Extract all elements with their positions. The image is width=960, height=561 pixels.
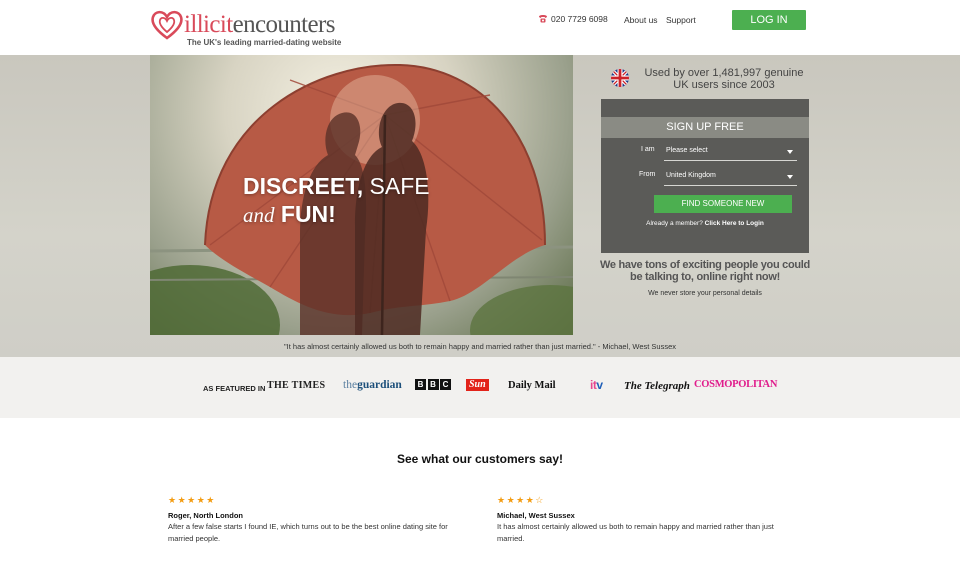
iam-label: I am — [641, 146, 655, 153]
from-label: From — [639, 171, 656, 178]
star-rating: ★★★★★ — [168, 495, 216, 505]
hero-headline: DISCREET, SAFE and FUN! — [243, 173, 430, 227]
featured-label: AS FEATURED IN — [203, 384, 266, 393]
signup-title-bar: SIGN UP FREE — [601, 117, 809, 138]
privacy-note: We never store your personal details — [648, 290, 762, 297]
phone-icon — [539, 15, 547, 23]
site-logo[interactable]: illicitencounters The UK's leading marri… — [150, 8, 341, 48]
phone-number-text: 020 7729 6098 — [551, 14, 608, 24]
caret-down-icon — [787, 150, 793, 154]
testimonial-card: ★★★★★ Roger, North London After a few fa… — [168, 495, 458, 545]
itv-logo: itv — [590, 378, 603, 392]
phone-number[interactable]: 020 7729 6098 — [538, 14, 608, 24]
guardian-logo: theguardian — [343, 379, 402, 391]
cosmopolitan-logo: COSMOPOLITAN — [694, 379, 778, 390]
caret-down-icon — [787, 175, 793, 179]
member-login-link[interactable]: Click Here to Login — [705, 220, 764, 227]
stats-text: Used by over 1,481,997 genuine UK users … — [644, 67, 804, 91]
nav-about-us[interactable]: About us — [624, 15, 658, 25]
logo-wordmark: illicitencounters — [184, 11, 335, 38]
from-row: From United Kingdom — [601, 168, 809, 186]
signup-title: SIGN UP FREE — [601, 117, 809, 138]
online-people-text: We have tons of exciting people you coul… — [600, 259, 810, 283]
hero-section: DISCREET, SAFE and FUN! Used by over 1,4… — [0, 55, 960, 357]
bbc-logo: BBC — [415, 379, 451, 390]
heart-logo-icon — [151, 10, 183, 40]
daily-mail-logo: Daily Mail — [508, 380, 556, 391]
iam-row: I am Please select — [601, 143, 809, 161]
hero-image-umbrella-couple: DISCREET, SAFE and FUN! — [150, 55, 573, 335]
uk-flag-icon — [611, 69, 629, 87]
login-button[interactable]: LOG IN — [732, 10, 806, 30]
user-stats: Used by over 1,481,997 genuine UK users … — [608, 67, 808, 95]
review-text: It has almost certainly allowed us both … — [497, 522, 774, 543]
member-question: Already a member? — [646, 220, 703, 227]
signup-form: SIGN UP FREE I am Please select From Uni… — [601, 99, 809, 253]
testimonials-title: See what our customers say! — [396, 452, 564, 466]
from-select-value: United Kingdom — [666, 172, 716, 179]
site-header: illicitencounters The UK's leading marri… — [0, 0, 960, 55]
hero-quote: "It has almost certainly allowed us both… — [283, 342, 677, 351]
star-rating: ★★★★☆ — [497, 495, 545, 505]
nav-support[interactable]: Support — [666, 15, 696, 25]
reviewer-name: Roger, North London — [168, 511, 243, 520]
from-select[interactable]: United Kingdom — [664, 168, 797, 186]
member-login-text: Already a member? Click Here to Login — [601, 220, 809, 227]
as-featured-in-bar: AS FEATURED IN THE TIMES theguardian BBC… — [0, 357, 960, 418]
the-sun-logo: Sun — [466, 379, 489, 391]
testimonial-card: ★★★★☆ Michael, West Sussex It has almost… — [497, 495, 787, 545]
logo-tagline: The UK's leading married-dating website — [187, 38, 342, 47]
the-times-logo: THE TIMES — [267, 380, 326, 391]
find-someone-new-button[interactable]: FIND SOMEONE NEW — [654, 195, 792, 213]
telegraph-logo: The Telegraph — [624, 380, 690, 392]
iam-select[interactable]: Please select — [664, 143, 797, 161]
review-text: After a few false starts I found IE, whi… — [168, 522, 448, 543]
iam-select-value: Please select — [666, 147, 708, 154]
reviewer-name: Michael, West Sussex — [497, 511, 575, 520]
